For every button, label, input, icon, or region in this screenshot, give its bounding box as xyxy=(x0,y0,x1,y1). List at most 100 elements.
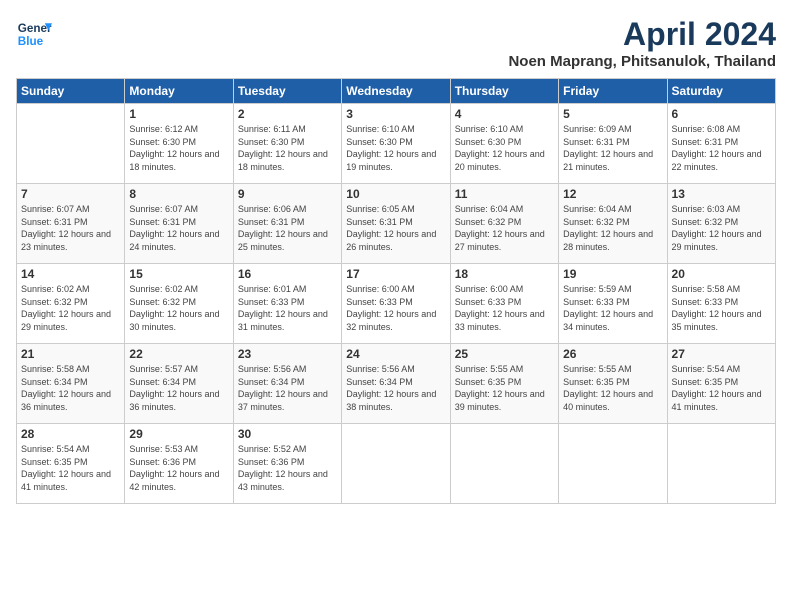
day-detail: Sunrise: 5:55 AMSunset: 6:35 PMDaylight:… xyxy=(563,363,662,413)
day-detail: Sunrise: 6:07 AMSunset: 6:31 PMDaylight:… xyxy=(21,203,120,253)
day-detail: Sunrise: 6:02 AMSunset: 6:32 PMDaylight:… xyxy=(21,283,120,333)
day-number: 21 xyxy=(21,347,120,361)
day-detail: Sunrise: 6:12 AMSunset: 6:30 PMDaylight:… xyxy=(129,123,228,173)
calendar-cell: 15 Sunrise: 6:02 AMSunset: 6:32 PMDayligh… xyxy=(125,264,233,344)
weekday-header-wednesday: Wednesday xyxy=(342,79,450,104)
calendar-cell: 2Sunrise: 6:11 AMSunset: 6:30 PMDaylight… xyxy=(233,104,341,184)
day-detail: Sunrise: 5:58 AMSunset: 6:33 PMDaylight:… xyxy=(672,283,771,333)
day-number: 22 xyxy=(129,347,228,361)
calendar-week-row: 7 Sunrise: 6:07 AMSunset: 6:31 PMDaylight… xyxy=(17,184,776,264)
title-block: April 2024 Noen Maprang, Phitsanulok, Th… xyxy=(508,16,776,70)
month-title: April 2024 xyxy=(508,16,776,53)
calendar-cell xyxy=(342,424,450,504)
day-number: 29 xyxy=(129,427,228,441)
day-detail: Sunrise: 5:59 AMSunset: 6:33 PMDaylight:… xyxy=(563,283,662,333)
day-number: 3 xyxy=(346,107,445,121)
calendar-cell xyxy=(559,424,667,504)
calendar-cell: 18 Sunrise: 6:00 AMSunset: 6:33 PMDayligh… xyxy=(450,264,558,344)
day-number: 23 xyxy=(238,347,337,361)
calendar-cell: 22 Sunrise: 5:57 AMSunset: 6:34 PMDayligh… xyxy=(125,344,233,424)
calendar-cell: 7 Sunrise: 6:07 AMSunset: 6:31 PMDaylight… xyxy=(17,184,125,264)
day-number: 7 xyxy=(21,187,120,201)
calendar-cell: 23Sunrise: 5:56 AMSunset: 6:34 PMDayligh… xyxy=(233,344,341,424)
calendar-cell: 30Sunrise: 5:52 AMSunset: 6:36 PMDayligh… xyxy=(233,424,341,504)
calendar-week-row: 14Sunrise: 6:02 AMSunset: 6:32 PMDayligh… xyxy=(17,264,776,344)
day-detail: Sunrise: 6:08 AMSunset: 6:31 PMDaylight:… xyxy=(672,123,771,173)
calendar-cell: 29 Sunrise: 5:53 AMSunset: 6:36 PMDayligh… xyxy=(125,424,233,504)
day-detail: Sunrise: 5:56 AMSunset: 6:34 PMDaylight:… xyxy=(346,363,445,413)
calendar-cell xyxy=(17,104,125,184)
day-number: 17 xyxy=(346,267,445,281)
weekday-header-thursday: Thursday xyxy=(450,79,558,104)
day-detail: Sunrise: 6:00 AMSunset: 6:33 PMDaylight:… xyxy=(455,283,554,333)
day-detail: Sunrise: 5:52 AMSunset: 6:36 PMDaylight:… xyxy=(238,443,337,493)
day-number: 27 xyxy=(672,347,771,361)
day-number: 9 xyxy=(238,187,337,201)
day-number: 1 xyxy=(129,107,228,121)
calendar-cell xyxy=(450,424,558,504)
weekday-header-tuesday: Tuesday xyxy=(233,79,341,104)
day-detail: Sunrise: 5:54 AMSunset: 6:35 PMDaylight:… xyxy=(21,443,120,493)
location-title: Noen Maprang, Phitsanulok, Thailand xyxy=(508,53,776,70)
weekday-header-sunday: Sunday xyxy=(17,79,125,104)
page-header: General Blue April 2024 Noen Maprang, Ph… xyxy=(16,16,776,70)
calendar-cell: 20 Sunrise: 5:58 AMSunset: 6:33 PMDayligh… xyxy=(667,264,775,344)
calendar-cell: 11 Sunrise: 6:04 AMSunset: 6:32 PMDayligh… xyxy=(450,184,558,264)
calendar-cell: 28 Sunrise: 5:54 AMSunset: 6:35 PMDayligh… xyxy=(17,424,125,504)
calendar-cell: 27Sunrise: 5:54 AMSunset: 6:35 PMDayligh… xyxy=(667,344,775,424)
calendar-cell: 24 Sunrise: 5:56 AMSunset: 6:34 PMDayligh… xyxy=(342,344,450,424)
calendar-cell: 6 Sunrise: 6:08 AMSunset: 6:31 PMDaylight… xyxy=(667,104,775,184)
weekday-header-friday: Friday xyxy=(559,79,667,104)
day-detail: Sunrise: 6:01 AMSunset: 6:33 PMDaylight:… xyxy=(238,283,337,333)
day-detail: Sunrise: 6:09 AMSunset: 6:31 PMDaylight:… xyxy=(563,123,662,173)
day-number: 25 xyxy=(455,347,554,361)
day-detail: Sunrise: 5:55 AMSunset: 6:35 PMDaylight:… xyxy=(455,363,554,413)
day-detail: Sunrise: 6:04 AMSunset: 6:32 PMDaylight:… xyxy=(455,203,554,253)
day-detail: Sunrise: 6:04 AMSunset: 6:32 PMDaylight:… xyxy=(563,203,662,253)
day-number: 8 xyxy=(129,187,228,201)
logo-icon: General Blue xyxy=(16,16,52,52)
day-detail: Sunrise: 6:07 AMSunset: 6:31 PMDaylight:… xyxy=(129,203,228,253)
day-number: 6 xyxy=(672,107,771,121)
day-detail: Sunrise: 6:06 AMSunset: 6:31 PMDaylight:… xyxy=(238,203,337,253)
day-number: 13 xyxy=(672,187,771,201)
calendar-cell xyxy=(667,424,775,504)
day-number: 19 xyxy=(563,267,662,281)
calendar-week-row: 1 Sunrise: 6:12 AMSunset: 6:30 PMDaylight… xyxy=(17,104,776,184)
calendar-cell: 4Sunrise: 6:10 AMSunset: 6:30 PMDaylight… xyxy=(450,104,558,184)
day-number: 16 xyxy=(238,267,337,281)
calendar-cell: 1 Sunrise: 6:12 AMSunset: 6:30 PMDaylight… xyxy=(125,104,233,184)
day-detail: Sunrise: 6:10 AMSunset: 6:30 PMDaylight:… xyxy=(455,123,554,173)
calendar-cell: 3Sunrise: 6:10 AMSunset: 6:30 PMDaylight… xyxy=(342,104,450,184)
day-number: 18 xyxy=(455,267,554,281)
day-detail: Sunrise: 5:58 AMSunset: 6:34 PMDaylight:… xyxy=(21,363,120,413)
day-detail: Sunrise: 6:02 AMSunset: 6:32 PMDaylight:… xyxy=(129,283,228,333)
day-number: 28 xyxy=(21,427,120,441)
day-number: 11 xyxy=(455,187,554,201)
calendar-cell: 8 Sunrise: 6:07 AMSunset: 6:31 PMDaylight… xyxy=(125,184,233,264)
day-number: 15 xyxy=(129,267,228,281)
calendar-cell: 17 Sunrise: 6:00 AMSunset: 6:33 PMDayligh… xyxy=(342,264,450,344)
day-number: 24 xyxy=(346,347,445,361)
day-number: 5 xyxy=(563,107,662,121)
day-detail: Sunrise: 5:57 AMSunset: 6:34 PMDaylight:… xyxy=(129,363,228,413)
calendar-cell: 26 Sunrise: 5:55 AMSunset: 6:35 PMDayligh… xyxy=(559,344,667,424)
calendar-week-row: 21 Sunrise: 5:58 AMSunset: 6:34 PMDayligh… xyxy=(17,344,776,424)
weekday-header-monday: Monday xyxy=(125,79,233,104)
day-detail: Sunrise: 6:03 AMSunset: 6:32 PMDaylight:… xyxy=(672,203,771,253)
day-detail: Sunrise: 6:00 AMSunset: 6:33 PMDaylight:… xyxy=(346,283,445,333)
calendar-cell: 13 Sunrise: 6:03 AMSunset: 6:32 PMDayligh… xyxy=(667,184,775,264)
calendar-cell: 9 Sunrise: 6:06 AMSunset: 6:31 PMDaylight… xyxy=(233,184,341,264)
calendar-cell: 19 Sunrise: 5:59 AMSunset: 6:33 PMDayligh… xyxy=(559,264,667,344)
calendar-cell: 25 Sunrise: 5:55 AMSunset: 6:35 PMDayligh… xyxy=(450,344,558,424)
day-detail: Sunrise: 5:53 AMSunset: 6:36 PMDaylight:… xyxy=(129,443,228,493)
svg-text:Blue: Blue xyxy=(18,35,44,48)
logo: General Blue xyxy=(16,16,52,52)
calendar-week-row: 28 Sunrise: 5:54 AMSunset: 6:35 PMDayligh… xyxy=(17,424,776,504)
weekday-header-saturday: Saturday xyxy=(667,79,775,104)
weekday-header-row: SundayMondayTuesdayWednesdayThursdayFrid… xyxy=(17,79,776,104)
day-detail: Sunrise: 6:11 AMSunset: 6:30 PMDaylight:… xyxy=(238,123,337,173)
calendar-cell: 21 Sunrise: 5:58 AMSunset: 6:34 PMDayligh… xyxy=(17,344,125,424)
day-number: 26 xyxy=(563,347,662,361)
day-number: 20 xyxy=(672,267,771,281)
